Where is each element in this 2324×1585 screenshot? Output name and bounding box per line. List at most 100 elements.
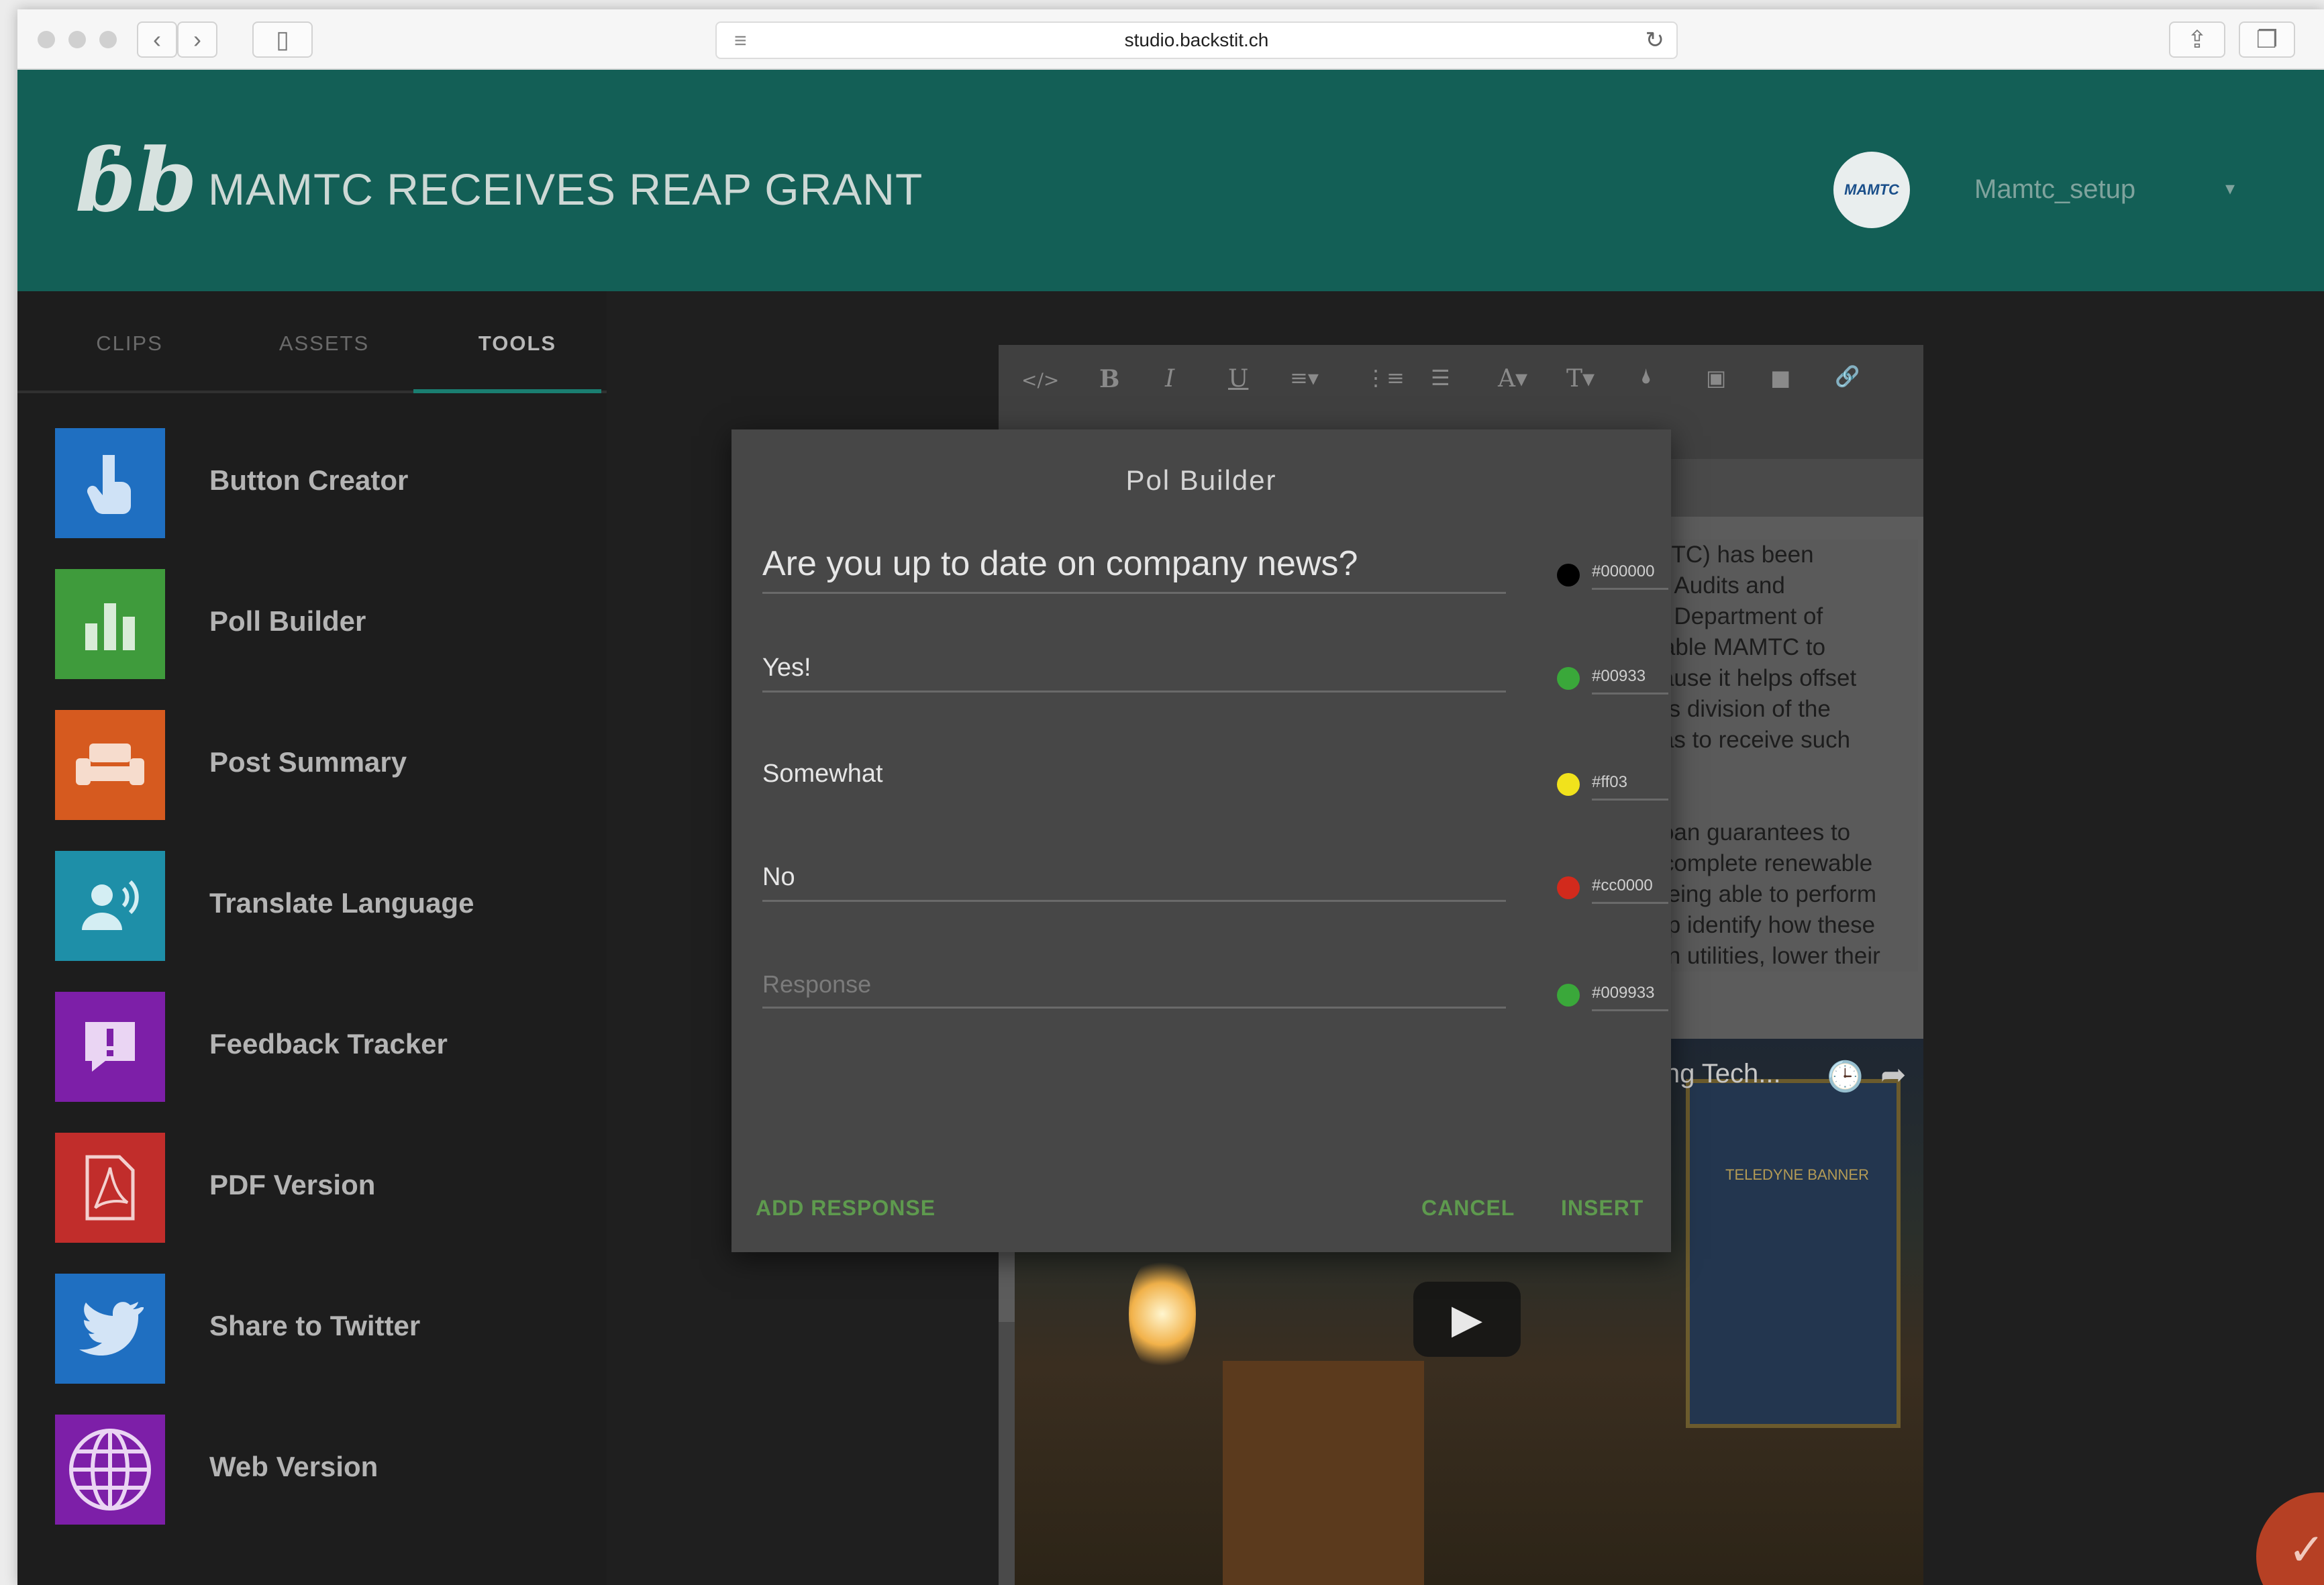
tool-poll-builder[interactable]: Poll Builder — [55, 569, 592, 679]
link-icon[interactable]: 🔗 — [1835, 365, 1860, 389]
bold-button[interactable]: B — [1099, 365, 1119, 393]
share-icon[interactable]: ➦ — [1880, 1056, 1907, 1092]
tool-label: Translate Language — [209, 887, 474, 919]
response-color-swatch[interactable] — [1557, 773, 1580, 796]
text-style-dropdown-icon[interactable]: T▾ — [1566, 365, 1595, 393]
tool-web-version[interactable]: Web Version — [55, 1415, 592, 1525]
reload-icon[interactable]: ↻ — [1646, 23, 1665, 58]
chevron-right-icon: › — [193, 25, 201, 53]
text-line: to complete renewable — [1636, 850, 1873, 876]
text-line: help identify how these — [1636, 912, 1876, 938]
text-line: nsas to receive such — [1636, 727, 1851, 753]
text-line: y being able to perform — [1636, 881, 1876, 907]
banner-text: TELEDYNE BANNER — [1725, 1166, 1869, 1183]
text-line — [1636, 786, 1918, 817]
active-tab-indicator — [413, 389, 601, 393]
tool-share-to-twitter[interactable]: Share to Twitter — [55, 1274, 592, 1384]
insert-button[interactable]: INSERT — [1561, 1196, 1644, 1221]
sidebar: CLIPS ASSETS TOOLS Button Creator Poll B… — [17, 291, 607, 1585]
question-color-hex[interactable]: #000000 — [1592, 562, 1668, 590]
app-header: ɓb MAMTC RECEIVES REAP GRANT MAMTC Mamtc… — [17, 70, 2324, 291]
chevron-left-icon: ‹ — [153, 25, 161, 53]
tab-assets[interactable]: ASSETS — [227, 331, 421, 356]
align-dropdown-icon[interactable]: ≡▾ — [1290, 365, 1319, 391]
reader-icon[interactable]: ≡ — [734, 23, 747, 58]
add-response-button[interactable]: ADD RESPONSE — [756, 1196, 936, 1221]
response-row: Somewhat #ff03 — [762, 760, 1668, 807]
unordered-list-icon[interactable]: ☰ — [1431, 365, 1450, 391]
video-title[interactable]: ing Tech... — [1659, 1059, 1781, 1089]
image-icon[interactable]: ▣ — [1706, 365, 1726, 391]
response-input-3[interactable]: No — [762, 863, 1506, 902]
video-icon[interactable]: ■ — [1770, 365, 1790, 391]
tab-clips[interactable]: CLIPS — [32, 331, 227, 356]
tool-label: PDF Version — [209, 1169, 376, 1200]
response-row: Response #009933 — [762, 970, 1668, 1017]
user-menu-name[interactable]: Mamtc_setup — [1974, 174, 2135, 205]
underline-button[interactable]: U — [1228, 365, 1248, 393]
tool-label: Feedback Tracker — [209, 1028, 448, 1060]
tab-tools[interactable]: TOOLS — [420, 331, 615, 356]
font-size-dropdown-icon[interactable]: A▾ — [1498, 365, 1527, 393]
italic-button[interactable]: I — [1165, 365, 1174, 393]
response-color-hex[interactable]: #00933 — [1592, 667, 1668, 695]
response-color-hex[interactable]: #ff03 — [1592, 773, 1668, 801]
pdf-icon — [55, 1133, 165, 1243]
minimize-window-icon[interactable] — [68, 31, 86, 48]
browser-window: ‹ › ▯ ≡ studio.backstit.ch ↻ ⇪ ❐ ɓb MAMT… — [17, 9, 2324, 1585]
article-text[interactable]: AMTC) has been rgy Audits and tes Depart… — [1636, 540, 1918, 972]
tool-post-summary[interactable]: Post Summary — [55, 710, 592, 820]
text-line: tes Department of — [1636, 603, 1823, 629]
backstitch-logo[interactable]: ɓb — [75, 137, 197, 224]
share-button[interactable]: ⇪ — [2169, 21, 2225, 58]
tool-button-creator[interactable]: Button Creator — [55, 428, 592, 538]
text-line: ecause it helps offset — [1636, 665, 1857, 691]
tabs-icon: ❐ — [2256, 25, 2278, 53]
ordered-list-icon[interactable]: ⋮≡ — [1365, 365, 1405, 391]
response-color-swatch[interactable] — [1557, 876, 1580, 899]
exclamation-comment-icon — [55, 992, 165, 1102]
screen: ‹ › ▯ ≡ studio.backstit.ch ↻ ⇪ ❐ ɓb MAMT… — [0, 0, 2324, 1585]
cancel-button[interactable]: CANCEL — [1421, 1196, 1515, 1221]
response-input-1[interactable]: Yes! — [762, 654, 1506, 693]
video-scene-banner: TELEDYNE BANNER — [1686, 1079, 1901, 1428]
zoom-window-icon[interactable] — [99, 31, 117, 48]
poll-question-input[interactable]: Are you up to date on company news? — [762, 544, 1506, 594]
response-color-swatch[interactable] — [1557, 667, 1580, 690]
tool-translate-language[interactable]: Translate Language — [55, 851, 592, 961]
close-window-icon[interactable] — [38, 31, 55, 48]
url-text: studio.backstit.ch — [1124, 30, 1269, 50]
tool-feedback-tracker[interactable]: Feedback Tracker — [55, 992, 592, 1102]
tool-label: Post Summary — [209, 746, 407, 778]
bar-chart-icon — [55, 569, 165, 679]
play-button[interactable]: ▶ — [1413, 1282, 1521, 1357]
watch-later-icon[interactable]: 🕒 — [1827, 1059, 1864, 1094]
avatar[interactable]: MAMTC — [1833, 152, 1910, 228]
response-color-hex[interactable]: #009933 — [1592, 984, 1668, 1011]
share-icon: ⇪ — [2186, 25, 2208, 53]
back-button[interactable]: ‹ — [137, 21, 177, 58]
video-scene-lamp — [1129, 1254, 1196, 1374]
response-input-2[interactable]: Somewhat — [762, 760, 1506, 799]
tool-label: Button Creator — [209, 464, 409, 496]
text-line: rgy Audits and — [1636, 572, 1785, 599]
twitter-icon — [55, 1274, 165, 1384]
address-bar[interactable]: ≡ studio.backstit.ch ↻ — [715, 21, 1678, 59]
text-line: rsas division of the — [1636, 696, 1831, 722]
chevron-down-icon[interactable]: ▾ — [2225, 177, 2235, 199]
forward-button[interactable]: › — [177, 21, 217, 58]
sidebar-toggle-button[interactable]: ▯ — [252, 21, 313, 58]
question-color-swatch[interactable] — [1557, 564, 1580, 586]
response-row: Yes! #00933 — [762, 654, 1668, 701]
response-color-hex[interactable]: #cc0000 — [1592, 876, 1668, 904]
globe-icon — [55, 1415, 165, 1525]
speaker-person-icon — [55, 851, 165, 961]
response-input-new[interactable]: Response — [762, 970, 1506, 1009]
color-drop-icon[interactable]: 🌢 — [1640, 365, 1652, 389]
tabs-button[interactable]: ❐ — [2239, 21, 2295, 58]
text-line: enable MAMTC to — [1636, 634, 1826, 660]
tool-pdf-version[interactable]: PDF Version — [55, 1133, 592, 1243]
response-color-swatch[interactable] — [1557, 984, 1580, 1007]
dialog-title: Pol Builder — [1125, 464, 1277, 496]
code-view-icon[interactable]: </> — [1021, 369, 1059, 391]
